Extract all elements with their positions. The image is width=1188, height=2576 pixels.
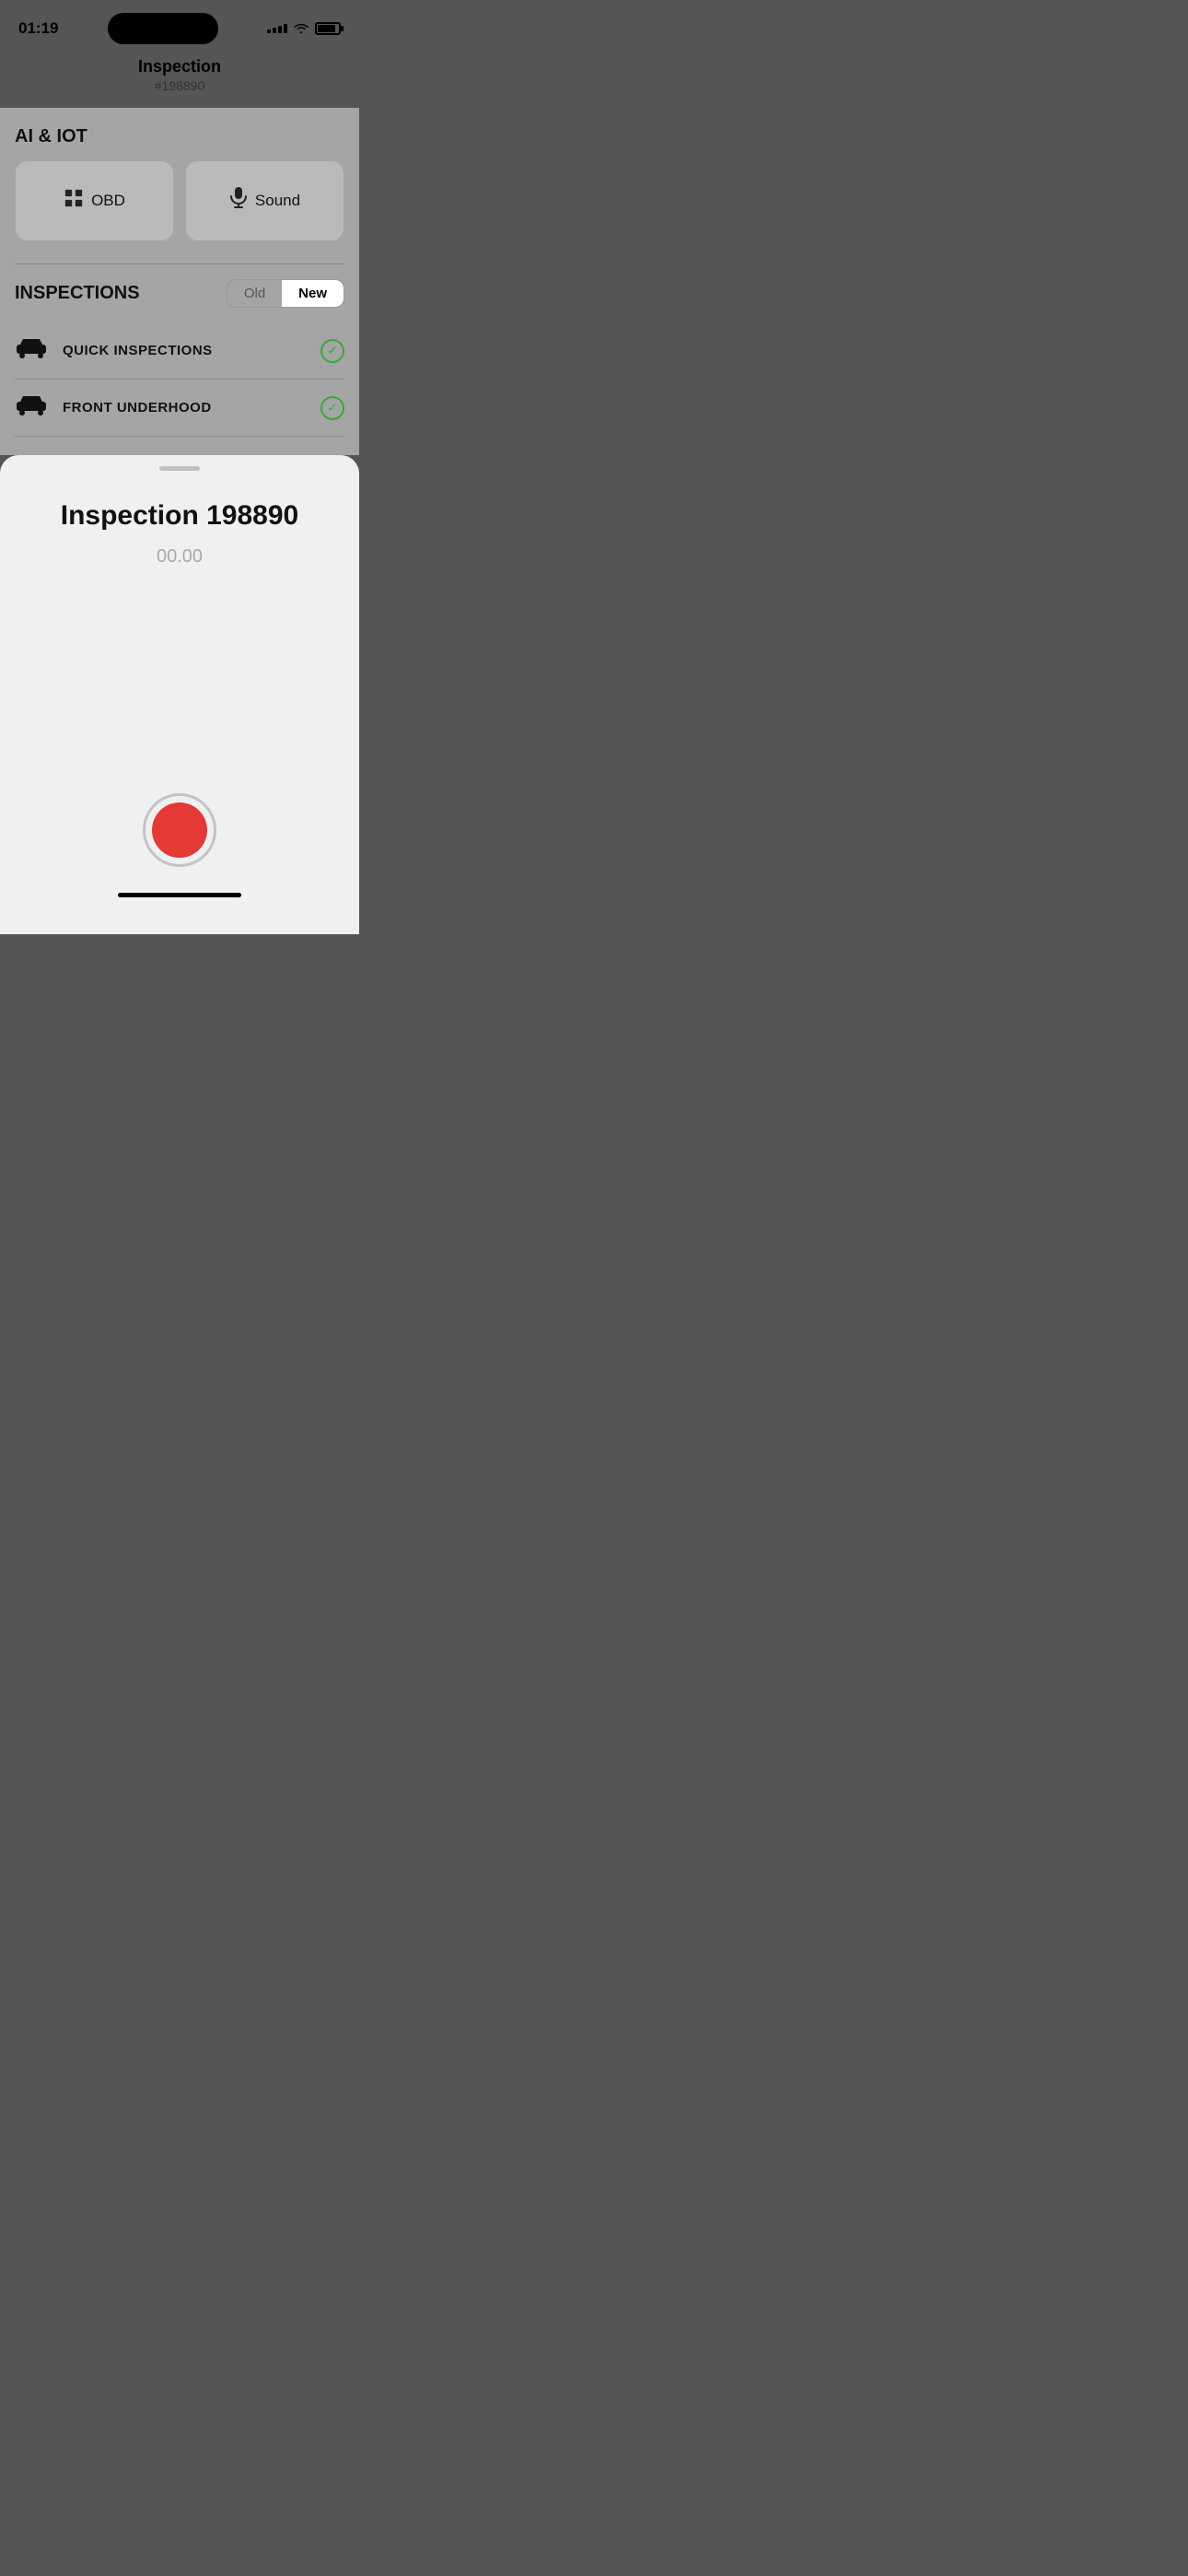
record-button-inner: [152, 802, 207, 858]
sheet-handle: [159, 466, 200, 471]
inspections-header: INSPECTIONS Old New: [15, 279, 344, 308]
toggle-group: Old New: [227, 279, 344, 308]
battery-fill: [318, 25, 335, 32]
signal-icon: [267, 24, 287, 33]
dynamic-island: [108, 13, 218, 44]
sheet-timer: 00.00: [157, 546, 203, 568]
main-content: AI & IOT OBD: [0, 108, 359, 455]
status-time: 01:19: [18, 19, 58, 38]
obd-label: OBD: [91, 192, 125, 210]
record-button-wrapper: [143, 793, 216, 867]
microphone-icon: [229, 187, 248, 215]
sound-label: Sound: [255, 192, 300, 210]
quick-inspections-item[interactable]: QUICK INSPECTIONS ✓: [15, 322, 344, 380]
page-header: Inspection #198890: [0, 50, 359, 108]
inspections-label: INSPECTIONS: [15, 283, 140, 304]
sound-card[interactable]: Sound: [185, 160, 344, 241]
section-divider: [15, 263, 344, 264]
car-icon-wrapper-2: [15, 392, 48, 423]
car-icon-wrapper: [15, 335, 48, 366]
quick-inspections-check: ✓: [320, 339, 344, 363]
car-icon-2: [15, 393, 48, 422]
battery-icon: [315, 22, 341, 35]
obd-card[interactable]: OBD: [15, 160, 174, 241]
page-title: Inspection: [18, 57, 341, 76]
new-toggle-button[interactable]: New: [282, 280, 344, 307]
old-toggle-button[interactable]: Old: [227, 280, 282, 307]
front-underhood-item[interactable]: FRONT UNDERHOOD ✓: [15, 380, 344, 437]
obd-icon: [64, 188, 84, 214]
bottom-sheet: Inspection 198890 00.00: [0, 455, 359, 934]
sheet-title: Inspection 198890: [61, 500, 298, 532]
front-underhood-label: FRONT UNDERHOOD: [63, 400, 320, 416]
car-icon: [15, 336, 48, 365]
ai-section-label: AI & IOT: [15, 126, 344, 147]
ai-grid: OBD Sound: [15, 160, 344, 241]
wifi-icon: [293, 21, 309, 37]
quick-inspections-label: QUICK INSPECTIONS: [63, 343, 320, 358]
status-icons: [267, 21, 341, 37]
page-subtitle: #198890: [18, 78, 341, 93]
home-indicator: [118, 893, 241, 897]
front-underhood-check: ✓: [320, 396, 344, 420]
status-bar: 01:19: [0, 0, 359, 50]
record-button[interactable]: [143, 793, 216, 867]
